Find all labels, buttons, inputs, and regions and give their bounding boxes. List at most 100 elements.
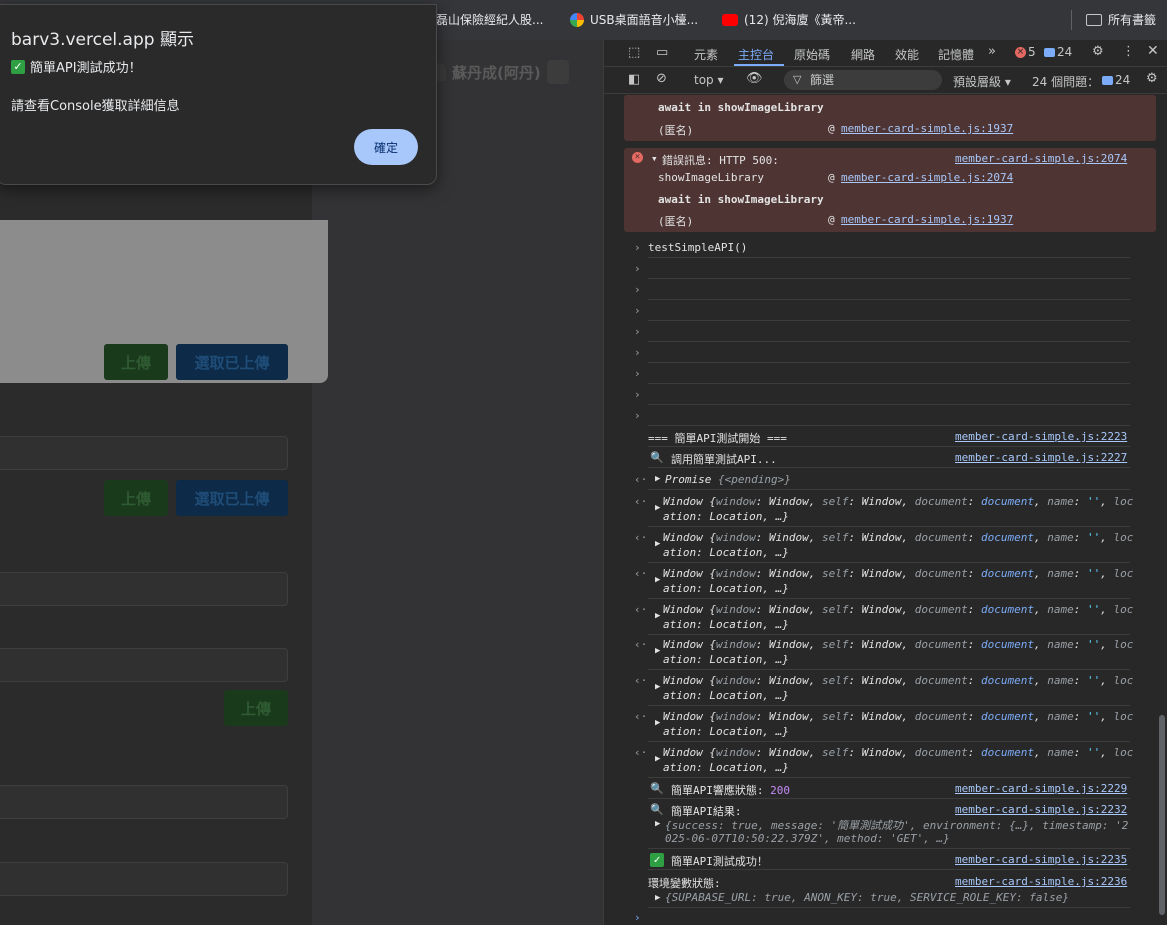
source-link[interactable]: member-card-simple.js:1937 <box>841 213 1013 226</box>
select-uploaded-button[interactable]: 選取已上傳 <box>176 344 288 380</box>
source-link[interactable]: member-card-simple.js:2236 <box>955 875 1127 888</box>
console-settings-icon[interactable]: ⚙ <box>1146 71 1158 86</box>
live-expression-icon[interactable]: 👁 <box>746 71 763 86</box>
console-scrollbar[interactable] <box>1157 95 1167 925</box>
error-icon: × <box>1015 46 1026 58</box>
promise-state: {<pending>} <box>717 473 791 486</box>
source-link[interactable]: member-card-simple.js:2232 <box>955 803 1127 816</box>
close-icon[interactable]: ✕ <box>1147 43 1159 59</box>
result-object: 025-06-07T10:50:22.379Z', method: 'GET',… <box>665 832 950 845</box>
select-uploaded-button[interactable]: 選取已上傳 <box>176 480 288 516</box>
source-link[interactable]: member-card-simple.js:2227 <box>955 451 1127 464</box>
upload-button[interactable]: 上傳 <box>224 690 288 726</box>
source-link[interactable]: member-card-simple.js:2235 <box>955 853 1127 866</box>
clear-console-icon[interactable]: ⊘ <box>656 71 667 86</box>
return-arrow-icon: ‹· <box>634 638 648 651</box>
bookmark-item[interactable]: 磊山保險經紀人股... <box>436 11 543 28</box>
bookmark-label: 磊山保險經紀人股... <box>436 13 544 27</box>
tab-performance[interactable]: 效能 <box>895 46 919 63</box>
check-icon: ✓ <box>11 59 25 74</box>
filter-input[interactable]: 篩選 <box>784 70 942 90</box>
more-tabs-icon[interactable]: » <box>988 44 996 59</box>
form-input[interactable] <box>0 572 288 606</box>
sidebar-toggle-icon[interactable]: ◧ <box>628 72 640 87</box>
divider <box>648 869 1130 870</box>
form-input[interactable] <box>0 785 288 819</box>
divider <box>648 257 1130 258</box>
source-link[interactable]: member-card-simple.js:2074 <box>841 171 1013 184</box>
result-object: {success: true, message: '簡單測試成功', envir… <box>665 819 1129 832</box>
return-arrow-icon: ‹· <box>634 567 648 580</box>
issues-badge[interactable]: 24 <box>1102 73 1130 87</box>
divider <box>648 634 1130 635</box>
avatar <box>546 60 569 84</box>
at-sign: @ <box>828 213 835 226</box>
app-icon <box>570 12 584 27</box>
console-input-prompt[interactable]: › <box>634 911 641 924</box>
more-options-icon[interactable]: ⋮ <box>1122 44 1135 59</box>
upload-button[interactable]: 上傳 <box>104 480 168 516</box>
error-count-badge[interactable]: × 5 <box>1015 45 1036 59</box>
expand-arrow-icon[interactable]: ▶ <box>655 503 660 513</box>
stack-frame: showImageLibrary <box>658 171 764 184</box>
divider <box>648 489 1130 490</box>
expand-arrow-icon[interactable]: ▶ <box>655 474 660 484</box>
tab-console[interactable]: 主控台 <box>738 46 774 63</box>
log-message: 環境變數狀態: <box>648 877 721 890</box>
all-bookmarks-button[interactable]: 所有書籤 <box>1086 11 1156 28</box>
expand-arrow-icon[interactable]: ▶ <box>655 682 660 692</box>
message-count-badge[interactable]: 24 <box>1044 45 1072 59</box>
log-levels-select[interactable]: 預設層級 ▾ <box>953 73 1011 90</box>
context-select[interactable]: top ▾ <box>694 73 724 87</box>
check-icon: ✓ <box>650 853 664 867</box>
divider <box>648 278 1130 279</box>
tab-elements[interactable]: 元素 <box>694 46 718 63</box>
expand-arrow-icon[interactable]: ▶ <box>655 575 660 585</box>
window-object-cont: ation: Location, …} <box>663 582 789 595</box>
window-object-cont: ation: Location, …} <box>663 689 789 702</box>
source-link[interactable]: member-card-simple.js:2074 <box>955 152 1127 165</box>
log-message: 簡單API測試成功！ <box>671 855 768 868</box>
expand-arrow-icon[interactable]: ▶ <box>655 819 660 829</box>
expand-arrow-icon[interactable]: ▾ <box>651 152 658 165</box>
alert-message: ✓ 簡單API測試成功！ <box>11 57 142 76</box>
source-link[interactable]: member-card-simple.js:2229 <box>955 782 1127 795</box>
settings-icon[interactable]: ⚙ <box>1092 44 1104 59</box>
return-arrow-icon: ‹· <box>634 473 648 486</box>
all-bookmarks-label: 所有書籤 <box>1108 13 1157 27</box>
device-toolbar-icon[interactable]: ▭ <box>656 45 668 60</box>
source-link[interactable]: member-card-simple.js:2223 <box>955 430 1127 443</box>
expand-arrow-icon[interactable]: ▶ <box>655 754 660 764</box>
expand-arrow-icon[interactable]: ▶ <box>655 893 660 903</box>
prompt-icon: › <box>634 262 641 275</box>
divider <box>648 362 1130 363</box>
env-object: {SUPABASE_URL: true, ANON_KEY: true, SER… <box>665 891 1069 904</box>
expand-arrow-icon[interactable]: ▶ <box>655 539 660 549</box>
expand-arrow-icon[interactable]: ▶ <box>655 646 660 656</box>
alert-detail: 請查看Console獲取詳細信息 <box>11 99 180 114</box>
source-link[interactable]: member-card-simple.js:1937 <box>841 122 1013 135</box>
form-input[interactable] <box>0 648 288 682</box>
divider <box>648 562 1130 563</box>
scroll-thumb[interactable] <box>1159 715 1165 915</box>
bookmark-item[interactable]: (12) 倪海廈《黃帝... <box>722 11 856 28</box>
tab-memory[interactable]: 記憶體 <box>938 46 974 63</box>
divider <box>648 467 1130 468</box>
form-input[interactable] <box>0 862 288 896</box>
form-input[interactable] <box>0 436 288 470</box>
window-object: Window {window: Window, self: Window, do… <box>663 638 1133 651</box>
ok-button[interactable]: 確定 <box>354 129 418 165</box>
inspect-icon[interactable]: ⬚ <box>628 45 640 60</box>
upload-button[interactable]: 上傳 <box>104 344 168 380</box>
tab-sources[interactable]: 原始碼 <box>794 46 830 63</box>
window-object: Window {window: Window, self: Window, do… <box>663 531 1133 544</box>
divider <box>1071 10 1072 30</box>
prompt-icon: › <box>634 409 641 422</box>
expand-arrow-icon[interactable]: ▶ <box>655 611 660 621</box>
bookmark-item[interactable]: USB桌面語音小檯... <box>570 11 698 28</box>
divider <box>648 705 1130 706</box>
filter-icon: ▽ <box>793 73 802 86</box>
tab-network[interactable]: 網路 <box>851 46 875 63</box>
expand-arrow-icon[interactable]: ▶ <box>655 718 660 728</box>
window-object-cont: ation: Location, …} <box>663 725 789 738</box>
